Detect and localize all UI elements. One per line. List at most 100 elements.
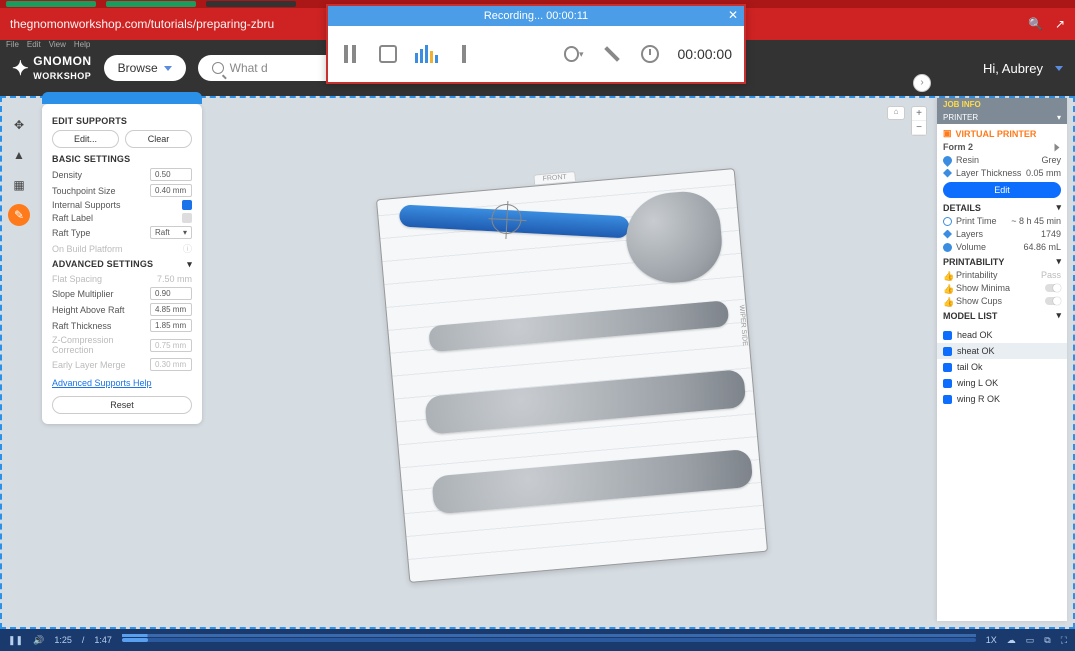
- progress-bar[interactable]: [122, 638, 976, 642]
- build-plate[interactable]: FRONT WIPER SIDE: [222, 128, 842, 608]
- recorder-window: Recording... 00:00:11 ✕ ▾ 00:00:00: [326, 4, 746, 84]
- volume-icon: [943, 243, 952, 252]
- help-link[interactable]: Advanced Supports Help: [52, 378, 152, 388]
- layers-icon: [943, 230, 952, 239]
- url-text[interactable]: thegnomonworkshop.com/tutorials/preparin…: [10, 17, 274, 31]
- printer-select[interactable]: Form 2: [943, 142, 1061, 152]
- transform-gizmo[interactable]: [491, 203, 523, 235]
- model-checkbox[interactable]: [943, 395, 952, 404]
- recorder-title-bar[interactable]: Recording... 00:00:11 ✕: [328, 6, 744, 26]
- volume-icon[interactable]: 🔊: [33, 635, 44, 646]
- gnomon-logo[interactable]: ✦GNOMONWORKSHOP: [12, 51, 92, 85]
- cups-toggle[interactable]: [1045, 297, 1061, 305]
- section-edit-supports: EDIT SUPPORTS: [52, 116, 192, 126]
- jobinfo-title: JOB INFO: [943, 100, 981, 109]
- tool-layout-icon[interactable]: ▦: [8, 174, 30, 196]
- model-checkbox[interactable]: [943, 347, 952, 356]
- model-sheat[interactable]: [399, 204, 630, 238]
- edit-printer-button[interactable]: Edit: [943, 182, 1061, 198]
- front-label: FRONT: [533, 171, 576, 185]
- model-checkbox[interactable]: [943, 379, 952, 388]
- collapse-right-icon[interactable]: ›: [913, 74, 931, 92]
- levels-icon[interactable]: [416, 44, 436, 64]
- section-details[interactable]: DETAILS▾: [943, 202, 1061, 213]
- tool-cursor-icon[interactable]: ✥: [8, 114, 30, 136]
- minima-toggle[interactable]: [1045, 284, 1061, 292]
- marker-icon[interactable]: [454, 44, 474, 64]
- recorder-title: Recording... 00:00:11: [484, 10, 588, 22]
- model-wing-r[interactable]: [431, 449, 753, 515]
- internal-checkbox[interactable]: [182, 200, 192, 210]
- menu-edit[interactable]: Edit: [27, 40, 41, 49]
- fullscreen-icon[interactable]: ⛶: [1061, 635, 1067, 646]
- menu-file[interactable]: File: [6, 40, 19, 49]
- model-tail[interactable]: [428, 300, 729, 352]
- zoom-in-button[interactable]: +: [912, 107, 926, 121]
- pip-icon[interactable]: ⧉: [1044, 635, 1050, 646]
- model-wing-l[interactable]: [424, 369, 746, 435]
- settings-icon[interactable]: ▭: [1026, 635, 1035, 646]
- raftthick-input[interactable]: 1.85 mm: [150, 319, 192, 332]
- raftlabel-checkbox[interactable]: [182, 213, 192, 223]
- info-icon[interactable]: ⓘ: [183, 242, 192, 255]
- thumb-icon: 👍: [943, 284, 952, 293]
- supports-panel: EDIT SUPPORTS Edit... Clear BASIC SETTIN…: [42, 104, 202, 424]
- clock-icon: [943, 217, 952, 226]
- tab[interactable]: [106, 1, 196, 7]
- edit-supports-button[interactable]: Edit...: [52, 130, 119, 148]
- browse-button[interactable]: Browse: [104, 55, 186, 81]
- viewport[interactable]: › ✥ ▲ ▦ ✎ EDIT SUPPORTS Edit... Clear BA…: [0, 96, 1075, 629]
- app-menu: File Edit View Help: [6, 40, 90, 49]
- tool-edit-icon[interactable]: ✎: [8, 204, 30, 226]
- play-button[interactable]: ❚❚: [8, 635, 23, 646]
- section-basic: BASIC SETTINGS: [52, 154, 192, 164]
- zoom-control: + −: [911, 106, 927, 136]
- model-head[interactable]: [623, 189, 725, 287]
- speed-button[interactable]: 1X: [986, 635, 997, 645]
- density-input[interactable]: 0.50: [150, 168, 192, 181]
- tool-support-icon[interactable]: ▲: [8, 144, 30, 166]
- model-item[interactable]: wing L OK: [937, 375, 1067, 391]
- model-checkbox[interactable]: [943, 331, 952, 340]
- model-item[interactable]: sheat OK: [937, 343, 1067, 359]
- model-item[interactable]: wing R OK: [937, 391, 1067, 407]
- menu-help[interactable]: Help: [74, 40, 90, 49]
- model-checkbox[interactable]: [943, 363, 952, 372]
- model-item[interactable]: head OK: [937, 327, 1067, 343]
- touchpoint-input[interactable]: 0.40 mm: [150, 184, 192, 197]
- zoom-icon[interactable]: 🔍: [1028, 17, 1043, 31]
- height-input[interactable]: 4.85 mm: [150, 303, 192, 316]
- medal-icon[interactable]: ▾: [564, 44, 584, 64]
- stop-button[interactable]: [378, 44, 398, 64]
- panel-tab: [42, 92, 202, 104]
- section-printability[interactable]: PRINTABILITY▾: [943, 256, 1061, 267]
- section-modellist[interactable]: MODEL LIST▾: [943, 310, 1061, 321]
- slope-input[interactable]: 0.90: [150, 287, 192, 300]
- search-icon: [212, 62, 224, 74]
- tab[interactable]: [6, 1, 96, 7]
- side-label: WIPER SIDE: [737, 305, 748, 347]
- reset-button[interactable]: Reset: [52, 396, 192, 414]
- pencil-icon[interactable]: [602, 44, 622, 64]
- zoom-out-button[interactable]: −: [912, 121, 926, 135]
- job-panel: JOB INFO PRINTER▾ ▣VIRTUAL PRINTER Form …: [937, 98, 1067, 621]
- printer-head: PRINTER: [943, 113, 978, 122]
- tab[interactable]: [206, 1, 296, 7]
- close-icon[interactable]: ✕: [728, 8, 738, 22]
- cc-icon[interactable]: ☁: [1007, 635, 1016, 646]
- section-advanced[interactable]: ADVANCED SETTINGS▾: [52, 259, 192, 270]
- rafttype-select[interactable]: Raft▾: [150, 226, 192, 239]
- model-item[interactable]: tail Ok: [937, 359, 1067, 375]
- chevron-down-icon[interactable]: ▾: [1057, 113, 1061, 122]
- pause-button[interactable]: [340, 44, 360, 64]
- duration: 1:47: [94, 635, 112, 645]
- current-time: 1:25: [54, 635, 72, 645]
- clock-icon: [640, 44, 660, 64]
- clear-supports-button[interactable]: Clear: [125, 130, 192, 148]
- camera-reset-button[interactable]: ⌂: [887, 106, 905, 120]
- user-greeting[interactable]: Hi, Aubrey: [983, 61, 1043, 76]
- chevron-right-icon: [1055, 143, 1060, 151]
- share-icon[interactable]: ↗: [1055, 17, 1065, 31]
- chevron-down-icon[interactable]: [1055, 66, 1063, 71]
- menu-view[interactable]: View: [49, 40, 66, 49]
